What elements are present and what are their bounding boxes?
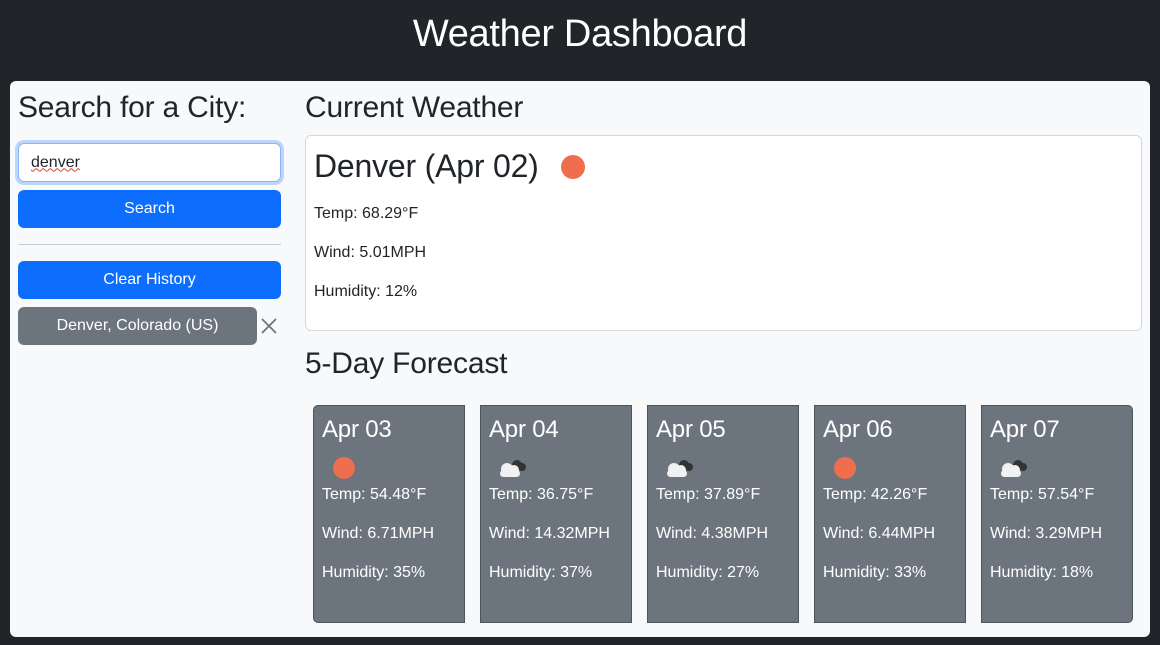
forecast-row: Apr 03 Temp: 54.48°F Wind: 6.71MPH Humid…	[313, 405, 1142, 623]
current-temp: Temp: 68.29°F	[314, 205, 419, 222]
sun-icon	[560, 154, 585, 179]
forecast-card: Apr 07 Temp: 57.54°F Wind: 3.29MPH Humid…	[981, 405, 1133, 623]
forecast-date: Apr 05	[656, 416, 726, 443]
forecast-humidity: Humidity: 18%	[990, 564, 1094, 581]
forecast-wind: Wind: 6.71MPH	[322, 525, 435, 542]
sun-icon	[834, 457, 856, 479]
content: Current Weather Denver (Apr 02) Temp: 68…	[305, 81, 1142, 623]
history-item: Denver, Colorado (US)	[18, 307, 281, 345]
forecast-humidity: Humidity: 35%	[322, 564, 426, 581]
forecast-date: Apr 04	[489, 416, 559, 443]
forecast-heading: 5-Day Forecast	[305, 347, 508, 380]
close-icon[interactable]	[257, 314, 281, 338]
forecast-card: Apr 04 Temp: 36.75°F Wind: 14.32MPH Humi…	[480, 405, 632, 623]
current-weather-card: Denver (Apr 02) Temp: 68.29°F Wind: 5.01…	[305, 135, 1142, 331]
forecast-card: Apr 05 Temp: 37.89°F Wind: 4.38MPH Humid…	[647, 405, 799, 623]
search-heading: Search for a City:	[18, 91, 247, 124]
forecast-card: Apr 06 Temp: 42.26°F Wind: 6.44MPH Humid…	[814, 405, 966, 623]
forecast-humidity: Humidity: 33%	[823, 564, 927, 581]
forecast-temp: Temp: 36.75°F	[489, 486, 594, 503]
forecast-temp: Temp: 54.48°F	[322, 486, 427, 503]
forecast-temp: Temp: 37.89°F	[656, 486, 761, 503]
main-panel: Search for a City: Search Clear History …	[10, 81, 1150, 637]
cloud-icon	[500, 460, 526, 477]
current-city-title: Denver (Apr 02)	[314, 148, 539, 184]
forecast-humidity: Humidity: 37%	[489, 564, 593, 581]
history-city-button[interactable]: Denver, Colorado (US)	[18, 307, 257, 345]
cloud-icon	[667, 460, 693, 477]
forecast-humidity: Humidity: 27%	[656, 564, 760, 581]
forecast-wind: Wind: 4.38MPH	[656, 525, 769, 542]
current-weather-heading: Current Weather	[305, 91, 524, 124]
forecast-wind: Wind: 3.29MPH	[990, 525, 1103, 542]
sun-icon	[333, 457, 355, 479]
forecast-date: Apr 06	[823, 416, 893, 443]
city-search-input[interactable]	[18, 143, 281, 182]
current-wind: Wind: 5.01MPH	[314, 244, 427, 261]
forecast-wind: Wind: 6.44MPH	[823, 525, 936, 542]
cloud-icon	[1001, 460, 1027, 477]
forecast-date: Apr 07	[990, 416, 1060, 443]
forecast-date: Apr 03	[322, 416, 392, 443]
divider	[18, 244, 281, 245]
sidebar: Search for a City: Search Clear History …	[18, 81, 281, 345]
header: Weather Dashboard	[0, 0, 1160, 81]
search-button[interactable]: Search	[18, 190, 281, 228]
page-title: Weather Dashboard	[412, 13, 748, 55]
clear-history-button[interactable]: Clear History	[18, 261, 281, 299]
forecast-temp: Temp: 57.54°F	[990, 486, 1095, 503]
forecast-wind: Wind: 14.32MPH	[489, 525, 610, 542]
current-humidity: Humidity: 12%	[314, 283, 418, 300]
forecast-card: Apr 03 Temp: 54.48°F Wind: 6.71MPH Humid…	[313, 405, 465, 623]
forecast-temp: Temp: 42.26°F	[823, 486, 928, 503]
